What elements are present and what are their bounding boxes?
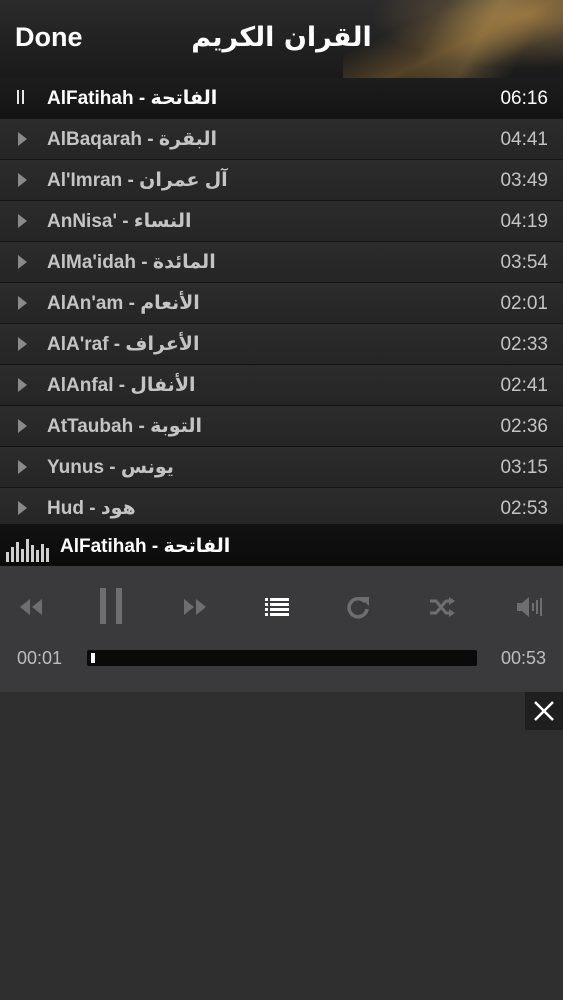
track-duration: 03:15 [500, 457, 548, 478]
repeat-icon[interactable] [345, 594, 371, 620]
track-name: AlFatihah - الفاتحة [47, 88, 218, 109]
progress-thumb[interactable] [91, 653, 95, 663]
track-row-almaidah[interactable]: AlMa'idah - المائدة 03:54 [0, 242, 563, 283]
track-row-alanfal[interactable]: AlAnfal - الأنفال 02:41 [0, 365, 563, 406]
track-name: AlMa'idah - المائدة [47, 252, 216, 273]
total-time: 00:53 [500, 648, 546, 668]
page-title: القران الكريم [191, 22, 372, 53]
shuffle-icon[interactable] [428, 596, 456, 618]
track-name: Al'Imran - آل عمران [47, 170, 228, 191]
equalizer-icon [6, 539, 49, 562]
header-bar: Done القران الكريم [0, 0, 563, 78]
track-name: AnNisa' - النساء [47, 211, 192, 232]
close-icon [534, 701, 554, 721]
playlist-icon[interactable] [264, 596, 290, 618]
track-name: AlAn'am - الأنعام [47, 293, 200, 314]
play-icon [15, 131, 27, 147]
fast-forward-icon[interactable] [182, 596, 208, 618]
track-row-albaqarah[interactable]: AlBaqarah - البقرة 04:41 [0, 119, 563, 160]
close-button[interactable] [525, 692, 563, 730]
play-icon [15, 418, 27, 434]
elapsed-time: 00:01 [17, 648, 63, 668]
progress-slider[interactable] [87, 650, 477, 666]
track-duration: 02:33 [500, 334, 548, 355]
track-name: AlA'raf - الأعراف [47, 334, 200, 355]
track-row-alaraf[interactable]: AlA'raf - الأعراف 02:33 [0, 324, 563, 365]
track-duration: 02:36 [500, 416, 548, 437]
now-playing-bar: AlFatihah - الفاتحة [0, 524, 563, 566]
track-row-attaubah[interactable]: AtTaubah - التوبة 02:36 [0, 406, 563, 447]
track-name: AlAnfal - الأنفال [47, 375, 196, 396]
track-name: Hud - هود [47, 498, 136, 519]
pause-icon [15, 90, 27, 106]
track-duration: 02:41 [500, 375, 548, 396]
track-duration: 02:53 [500, 498, 548, 519]
play-icon [15, 213, 27, 229]
play-icon [15, 500, 27, 516]
track-list: AlFatihah - الفاتحة 06:16 AlBaqarah - ال… [0, 78, 563, 529]
track-duration: 06:16 [500, 88, 548, 109]
now-playing-title: AlFatihah - الفاتحة [60, 536, 231, 557]
volume-icon[interactable] [515, 594, 545, 620]
play-icon [15, 254, 27, 270]
track-duration: 04:41 [500, 129, 548, 150]
track-name: AtTaubah - التوبة [47, 416, 203, 437]
track-duration: 03:54 [500, 252, 548, 273]
track-name: Yunus - يونس [47, 457, 174, 478]
pause-icon[interactable] [98, 586, 124, 626]
play-icon [15, 459, 27, 475]
play-icon [15, 377, 27, 393]
player-controls: 00:01 00:53 [0, 566, 563, 692]
rewind-icon[interactable] [18, 596, 44, 618]
track-name: AlBaqarah - البقرة [47, 129, 218, 150]
track-row-yunus[interactable]: Yunus - يونس 03:15 [0, 447, 563, 488]
track-duration: 04:19 [500, 211, 548, 232]
play-icon [15, 336, 27, 352]
track-row-alfatihah[interactable]: AlFatihah - الفاتحة 06:16 [0, 78, 563, 119]
play-icon [15, 295, 27, 311]
track-row-alanam[interactable]: AlAn'am - الأنعام 02:01 [0, 283, 563, 324]
track-duration: 02:01 [500, 293, 548, 314]
track-row-hud[interactable]: Hud - هود 02:53 [0, 488, 563, 529]
play-icon [15, 172, 27, 188]
track-duration: 03:49 [500, 170, 548, 191]
track-row-annisa[interactable]: AnNisa' - النساء 04:19 [0, 201, 563, 242]
track-row-alimran[interactable]: Al'Imran - آل عمران 03:49 [0, 160, 563, 201]
